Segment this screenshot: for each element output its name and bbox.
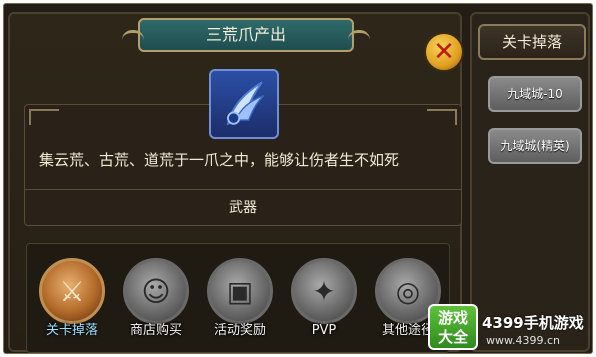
side-panel-header: 关卡掉落 [478, 24, 586, 60]
dialog-title: 三荒爪产出 [122, 18, 370, 52]
source-stage-drop-button[interactable]: ⚔ 关卡掉落 [35, 258, 109, 342]
stage-drop-panel: 关卡掉落 九域城-10 九域城(精英) [470, 12, 590, 352]
game-window: 三荒爪产出 ✕ 集云荒、古荒、道荒于一爪之中，能够让伤者生不如死 武器 ⚔ 关卡… [3, 3, 593, 354]
claw-weapon-icon [209, 69, 279, 139]
divider [25, 189, 461, 190]
source-label: 关卡掉落 [45, 323, 98, 338]
close-icon: ✕ [433, 37, 455, 67]
source-label: PVP [311, 323, 337, 338]
watermark-url: www.4399.cn [486, 334, 560, 347]
crossed-swords-icon: ⚔ [59, 274, 85, 308]
pvp-blade-icon: ✦ [312, 274, 336, 308]
other-source-icon: ◎ [395, 274, 421, 308]
item-type: 武器 [229, 200, 257, 216]
source-tray: ⚔ 关卡掉落 ☺ 商店购买 ▣ 活动奖励 ✦ PVP ◎ 其他途径 [26, 243, 450, 353]
item-source-dialog: 三荒爪产出 ✕ 集云荒、古荒、道荒于一爪之中，能够让伤者生不如死 武器 ⚔ 关卡… [8, 12, 464, 353]
source-label: 商店购买 [129, 323, 182, 338]
source-event-reward-button[interactable]: ▣ 活动奖励 [203, 258, 277, 342]
merchant-icon: ☺ [141, 274, 171, 308]
close-button[interactable]: ✕ [424, 32, 464, 72]
watermark-badge-line2: 大全 [437, 328, 468, 346]
stage-button[interactable]: 九域城-10 [488, 76, 582, 112]
source-label: 活动奖励 [213, 323, 266, 338]
watermark-logo: 游戏 大全 [428, 304, 478, 350]
watermark-badge-line1: 游戏 [437, 309, 468, 327]
item-description: 集云荒、古荒、道荒于一爪之中，能够让伤者生不如死 [39, 151, 400, 169]
watermark-site-name: 4399手机游戏 [482, 314, 584, 332]
source-pvp-button[interactable]: ✦ PVP [287, 258, 361, 342]
treasure-chest-icon: ▣ [226, 274, 254, 308]
stage-button[interactable]: 九域城(精英) [488, 128, 582, 164]
source-shop-button[interactable]: ☺ 商店购买 [119, 258, 193, 342]
